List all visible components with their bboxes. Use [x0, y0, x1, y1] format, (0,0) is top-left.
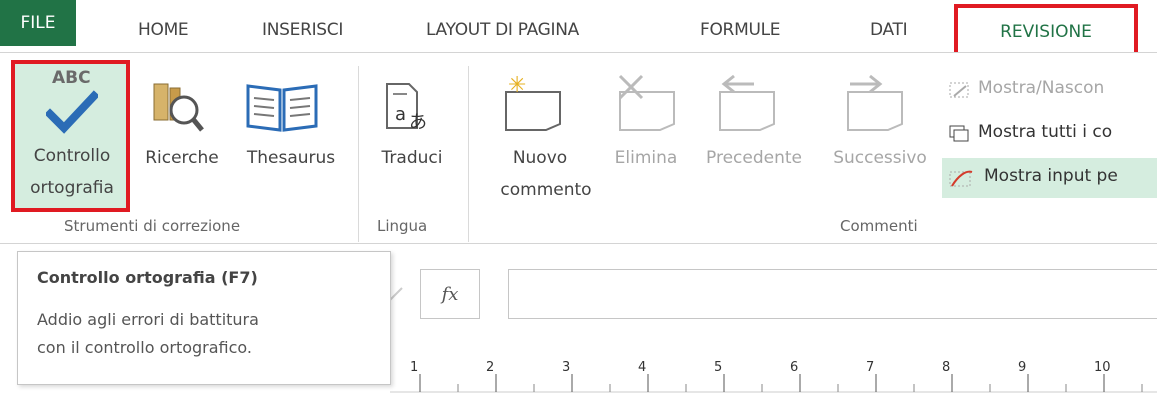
tab-review-label: REVISIONE	[1000, 22, 1092, 42]
tooltip: Controllo ortografia (F7) Addio agli err…	[17, 251, 391, 385]
group-label-comments: Commenti	[840, 217, 918, 235]
group-label-proofing: Strumenti di correzione	[64, 217, 241, 235]
translate-icon: a あ	[386, 83, 427, 133]
tooltip-title: Controllo ortografia (F7)	[37, 268, 258, 287]
show-ink-label: Mostra input pe	[984, 166, 1118, 186]
ribbon-top-border	[0, 52, 1157, 53]
ruler-ticks	[390, 374, 1157, 393]
delete-button[interactable]: Elimina	[604, 145, 688, 171]
research-button[interactable]: Ricerche	[132, 145, 232, 171]
tab-file-label: FILE	[20, 13, 56, 33]
formula-input[interactable]	[508, 269, 1157, 319]
translate-button[interactable]: Traduci	[366, 145, 458, 171]
research-icon	[153, 83, 204, 132]
ruler-number: 10	[1094, 360, 1111, 375]
insert-function-button[interactable]: fx	[420, 269, 480, 319]
show-hide-comment-button[interactable]: Mostra/Nascon	[978, 78, 1104, 98]
thesaurus-button[interactable]: Thesaurus	[232, 145, 350, 171]
ruler-number: 8	[942, 360, 951, 375]
svg-text:あ: あ	[409, 112, 427, 133]
new-comment-label-2[interactable]: commento	[490, 177, 602, 203]
delete-comment-icon	[618, 74, 675, 131]
show-all-comments-icon	[949, 125, 969, 142]
ruler-number: 5	[714, 360, 723, 375]
previous-comment-icon	[719, 74, 775, 131]
ruler-number: 2	[486, 360, 495, 375]
spelling-label-1: Controllo	[33, 146, 111, 166]
group-separator	[468, 66, 469, 242]
fx-icon: fx	[441, 283, 459, 305]
thesaurus-icon	[246, 84, 318, 132]
group-label-language: Lingua	[377, 217, 428, 235]
tab-page-layout[interactable]: LAYOUT DI PAGINA	[426, 20, 579, 40]
ruler-number: 6	[790, 360, 799, 375]
spelling-label-2: ortografia	[30, 178, 114, 198]
show-all-comments-button[interactable]: Mostra tutti i co	[978, 122, 1112, 142]
tab-data[interactable]: DATI	[870, 20, 908, 40]
tab-insert[interactable]: INSERISCI	[262, 20, 343, 40]
svg-text:✳: ✳	[508, 73, 526, 98]
ribbon-bottom-border	[0, 243, 1157, 244]
new-comment-icon: ✳	[505, 73, 561, 131]
tab-home[interactable]: HOME	[138, 20, 189, 40]
ruler-number: 7	[866, 360, 875, 375]
new-comment-label-1[interactable]: Nuovo	[490, 145, 590, 171]
svg-text:a: a	[395, 104, 406, 125]
tab-formulas[interactable]: FORMULE	[700, 20, 781, 40]
tooltip-body: Addio agli errori di battitura con il co…	[37, 306, 259, 362]
show-hide-comment-icon	[949, 82, 969, 98]
group-separator	[358, 66, 359, 242]
checkmark-icon	[46, 90, 98, 134]
next-comment-icon	[847, 74, 903, 131]
previous-button[interactable]: Precedente	[694, 145, 814, 171]
tab-review[interactable]: REVISIONE	[954, 4, 1138, 52]
ruler-number: 1	[410, 360, 419, 375]
next-button[interactable]: Successivo	[820, 145, 940, 171]
ruler-number: 3	[562, 360, 571, 375]
abc-text: ABC	[52, 68, 91, 88]
tooltip-line-1: Addio agli errori di battitura	[37, 310, 259, 329]
ruler-number: 4	[638, 360, 647, 375]
tab-file[interactable]: FILE	[0, 0, 76, 46]
ruler-number: 9	[1018, 360, 1027, 375]
ruler: 1 2 3 4 5 6 7 8 9 10	[390, 360, 1157, 393]
tooltip-line-2: con il controllo ortografico.	[37, 338, 253, 357]
ink-icon	[949, 170, 973, 187]
